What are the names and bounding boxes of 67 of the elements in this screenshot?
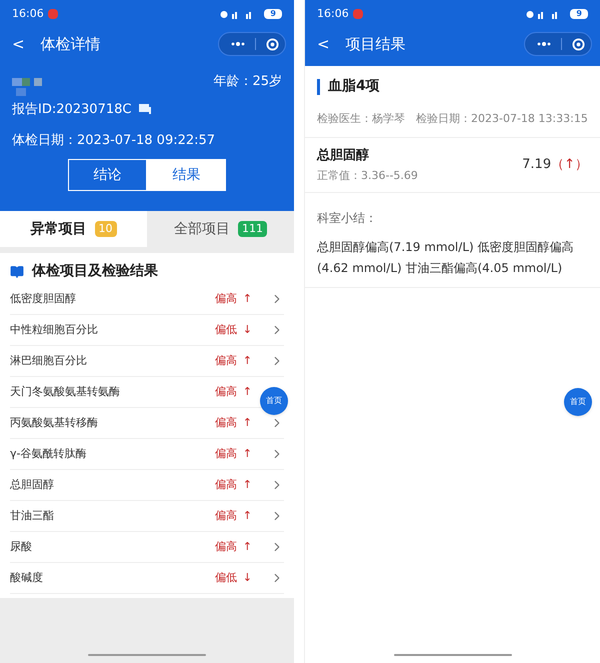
trend-arrow: ↑ bbox=[242, 414, 252, 431]
close-icon[interactable] bbox=[572, 38, 585, 50]
status-text: 偏高 bbox=[214, 384, 237, 400]
notification-icon bbox=[48, 9, 58, 19]
close-icon[interactable] bbox=[266, 38, 279, 50]
segment-tab[interactable]: 结果 bbox=[147, 159, 226, 191]
home-button[interactable]: 首页 bbox=[564, 388, 592, 416]
trend-label: （↑） bbox=[551, 156, 588, 174]
page-title: 项目结果 bbox=[346, 34, 406, 55]
trend-arrow: ↑ bbox=[242, 446, 252, 462]
item-name: 总胆固醇 bbox=[317, 147, 370, 165]
section-title: 体检项目及检验结果 bbox=[32, 262, 158, 281]
trend-arrow: ↑ bbox=[242, 384, 252, 400]
normal-range: 正常值：3.36--5.69 bbox=[317, 168, 418, 184]
status-text: 偏高 bbox=[214, 538, 237, 555]
status-text: 偏高 bbox=[214, 352, 237, 369]
page-title: 体检详情 bbox=[40, 34, 101, 55]
notification-icon bbox=[352, 9, 363, 19]
trend-arrow: ↑ bbox=[242, 290, 252, 307]
back-button[interactable]: < bbox=[313, 32, 334, 56]
item-name: 酸碱度 bbox=[10, 570, 43, 586]
status-text: 偏高 bbox=[214, 446, 237, 462]
trend-arrow: ↓ bbox=[242, 570, 252, 586]
item-name: 甘油三酯 bbox=[10, 508, 54, 524]
trend-arrow: ↑ bbox=[242, 508, 252, 524]
more-icon[interactable] bbox=[537, 42, 551, 46]
exam-meta: 检验医生：杨学琴 检验日期：2023-07-18 13:33:15 bbox=[317, 112, 588, 125]
exam-date: 体检日期：2023-07-18 09:22:57 bbox=[12, 133, 216, 148]
status-text: 偏高 bbox=[214, 476, 237, 493]
trend-arrow: ↓ bbox=[242, 322, 252, 338]
trend-arrow: ↑ bbox=[242, 538, 252, 555]
back-button[interactable]: < bbox=[8, 32, 29, 56]
book-icon bbox=[10, 264, 24, 278]
report-id: 报告ID:20230718C bbox=[12, 100, 132, 118]
item-name: 淋巴细胞百分比 bbox=[10, 352, 87, 369]
trend-arrow: ↑ bbox=[242, 352, 252, 369]
count-badge: 111 bbox=[238, 220, 267, 238]
age-text: 年龄：25岁 bbox=[213, 73, 282, 91]
status-time: 16:06 bbox=[317, 6, 349, 22]
status-time: 16:06 bbox=[12, 6, 44, 22]
status-text: 偏高 bbox=[214, 508, 237, 524]
battery-icon: 9 bbox=[264, 9, 282, 19]
status-text: 偏低 bbox=[214, 570, 237, 586]
count-badge: 10 bbox=[94, 220, 116, 238]
summary-label: 科室小结： bbox=[317, 211, 377, 225]
capsule-menu[interactable] bbox=[524, 32, 592, 56]
more-icon[interactable] bbox=[231, 42, 245, 46]
item-name: 低密度胆固醇 bbox=[10, 290, 76, 307]
item-name: γ-谷氨酰转肽酶 bbox=[10, 446, 86, 462]
item-name: 丙氨酸氨基转移酶 bbox=[10, 414, 98, 431]
copy-icon[interactable] bbox=[139, 104, 152, 114]
status-text: 偏高 bbox=[214, 290, 237, 307]
battery-icon: 9 bbox=[570, 9, 588, 19]
item-name: 中性粒细胞百分比 bbox=[10, 322, 98, 338]
filter-tab[interactable]: 异常项目 10 bbox=[0, 211, 147, 247]
item-name: 总胆固醇 bbox=[10, 476, 54, 493]
segment-tab[interactable]: 结论 bbox=[68, 159, 147, 191]
item-name: 尿酸 bbox=[10, 538, 32, 555]
result-value: 7.19 bbox=[522, 156, 552, 174]
item-name: 天门冬氨酸氨基转氨酶 bbox=[10, 384, 120, 400]
summary-text: 总胆固醇偏高(7.19 mmol/L) 低密度胆固醇偏高(4.62 mmol/L) 甘油三酯偏高(4.05 mmol/L) bbox=[317, 239, 574, 277]
trend-arrow: ↑ bbox=[242, 476, 252, 493]
group-title: 血脂4项 bbox=[328, 77, 380, 96]
status-text: 偏高 bbox=[214, 414, 237, 431]
capsule-menu[interactable] bbox=[218, 32, 286, 56]
redacted-name bbox=[12, 78, 42, 96]
status-text: 偏低 bbox=[214, 322, 237, 338]
